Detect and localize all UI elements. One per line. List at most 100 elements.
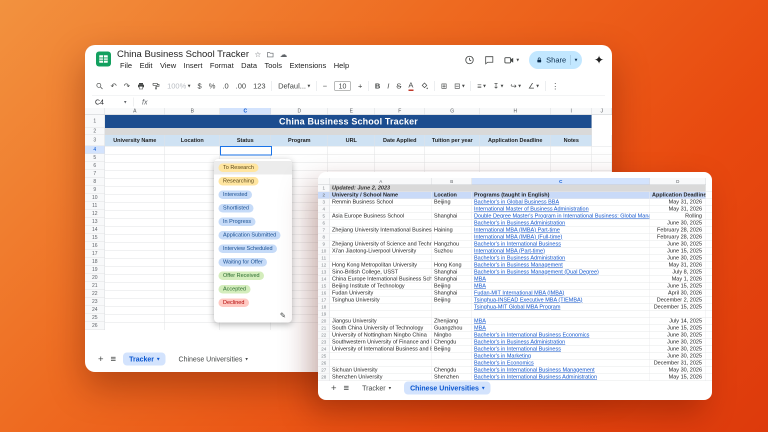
- deadline-cell[interactable]: June 30, 2025: [650, 255, 706, 262]
- dropdown-option-in-progress[interactable]: In Progress: [214, 215, 292, 229]
- university-name-cell[interactable]: [330, 360, 432, 367]
- undo-icon[interactable]: ↶: [107, 82, 120, 90]
- row-number-26[interactable]: 26: [318, 360, 330, 367]
- university-name-cell[interactable]: Beijing Institute of Technology: [330, 283, 432, 290]
- program-link[interactable]: Bachelor's in Economics: [474, 360, 534, 366]
- paint-format-icon[interactable]: [149, 82, 164, 90]
- location-cell[interactable]: [432, 206, 472, 213]
- more-icon[interactable]: ⋮: [548, 82, 563, 90]
- grid-corner[interactable]: [318, 178, 330, 185]
- program-cell[interactable]: Bachelor's in Business Management: [472, 262, 650, 269]
- menu-item-insert[interactable]: Insert: [181, 62, 206, 71]
- row-number-13[interactable]: 13: [318, 269, 330, 276]
- percent-button[interactable]: %: [205, 82, 219, 90]
- program-cell[interactable]: Bachelor's in International Business Adm…: [472, 374, 650, 381]
- dropdown-option-shortlisted[interactable]: Shortlisted: [214, 202, 292, 216]
- font-size-decrease[interactable]: −: [319, 82, 330, 90]
- program-cell[interactable]: Bachelor's in International Business Eco…: [472, 332, 650, 339]
- location-cell[interactable]: Haining: [432, 227, 472, 234]
- university-name-cell[interactable]: Sino-British College, USST: [330, 269, 432, 276]
- dropdown-option-researching[interactable]: Researching: [214, 175, 292, 189]
- university-name-cell[interactable]: [330, 206, 432, 213]
- location-cell[interactable]: Suzhou: [432, 248, 472, 255]
- sheet-tab-chinese-universities[interactable]: Chinese Universities▾: [404, 382, 490, 395]
- row-number-5[interactable]: 5: [85, 154, 105, 162]
- row-number-7[interactable]: 7: [318, 227, 330, 234]
- fill-color-icon[interactable]: [417, 82, 432, 90]
- deadline-cell[interactable]: Rolling: [650, 213, 706, 220]
- header-cell-application-deadline[interactable]: Application Deadline: [480, 135, 551, 146]
- university-name-cell[interactable]: Zhejiang University International Busine…: [330, 227, 432, 234]
- program-cell[interactable]: Bachelor's in Business Administration: [472, 339, 650, 346]
- menu-item-edit[interactable]: Edit: [137, 62, 156, 71]
- row-number-23[interactable]: 23: [85, 298, 105, 306]
- decrease-decimals-button[interactable]: .0: [219, 82, 232, 90]
- university-name-cell[interactable]: [330, 234, 432, 241]
- align-icon[interactable]: ≡▾: [474, 82, 490, 90]
- program-link[interactable]: Bachelor's in Business Management (Dual …: [474, 269, 599, 275]
- sheet-tab-tracker[interactable]: Tracker▾: [123, 353, 165, 366]
- row-number-6[interactable]: 6: [318, 220, 330, 227]
- bold-button[interactable]: B: [371, 82, 383, 90]
- row-number-22[interactable]: 22: [318, 332, 330, 339]
- program-cell[interactable]: MBA: [472, 325, 650, 332]
- row-number-25[interactable]: 25: [318, 353, 330, 360]
- row-number-4[interactable]: 4: [85, 146, 105, 154]
- location-cell[interactable]: Shanghai: [432, 213, 472, 220]
- sheet-tab-chinese-universities[interactable]: Chinese Universities▾: [173, 353, 254, 366]
- university-name-cell[interactable]: Zhejiang University of Science and Techn…: [330, 241, 432, 248]
- row-number-16[interactable]: 16: [85, 242, 105, 250]
- row-number-2[interactable]: 2: [318, 192, 330, 199]
- comment-icon[interactable]: [484, 55, 494, 65]
- university-name-cell[interactable]: Southwestern University of Finance and E…: [330, 339, 432, 346]
- program-link[interactable]: MBA: [474, 318, 486, 324]
- row-number-14[interactable]: 14: [85, 226, 105, 234]
- row-number-18[interactable]: 18: [318, 304, 330, 311]
- location-cell[interactable]: [432, 234, 472, 241]
- program-link[interactable]: Bachelor's in Marketing: [474, 353, 531, 359]
- add-sheet-button[interactable]: +: [98, 354, 104, 364]
- location-cell[interactable]: Hangzhou: [432, 241, 472, 248]
- location-cell[interactable]: Zhenjiang: [432, 318, 472, 325]
- deadline-cell[interactable]: June 30, 2025: [650, 353, 706, 360]
- row-number-24[interactable]: 24: [318, 346, 330, 353]
- location-cell[interactable]: Shanghai: [432, 276, 472, 283]
- row-number-16[interactable]: 16: [318, 290, 330, 297]
- location-cell[interactable]: [432, 220, 472, 227]
- row-number-26[interactable]: 26: [85, 322, 105, 330]
- column-header-A[interactable]: A: [105, 108, 165, 115]
- university-name-cell[interactable]: China Europe International Business Scho…: [330, 276, 432, 283]
- deadline-cell[interactable]: June 15, 2025: [650, 325, 706, 332]
- program-cell[interactable]: International Master of Business Adminis…: [472, 206, 650, 213]
- deadline-cell[interactable]: December 31, 2025: [650, 360, 706, 367]
- zoom-select[interactable]: 100%▾: [164, 82, 194, 90]
- row-number-14[interactable]: 14: [318, 276, 330, 283]
- location-cell[interactable]: Beijing: [432, 199, 472, 206]
- deadline-cell[interactable]: May 30, 2026: [650, 367, 706, 374]
- program-link[interactable]: MBA: [474, 325, 486, 331]
- program-cell[interactable]: Bachelor's in Business Administration: [472, 255, 650, 262]
- row-number-18[interactable]: 18: [85, 258, 105, 266]
- row-number-22[interactable]: 22: [85, 290, 105, 298]
- strikethrough-button[interactable]: S: [393, 82, 405, 90]
- header-cell-status[interactable]: Status: [220, 135, 271, 146]
- vertical-align-icon[interactable]: ↧▾: [489, 82, 507, 90]
- program-link[interactable]: Bachelor's in Business Administration: [474, 255, 565, 261]
- increase-decimals-button[interactable]: .00: [232, 82, 249, 90]
- location-cell[interactable]: [432, 255, 472, 262]
- program-link[interactable]: International Master of Business Adminis…: [474, 206, 589, 212]
- program-cell[interactable]: MBA: [472, 276, 650, 283]
- deadline-cell[interactable]: May 15, 2026: [650, 374, 706, 381]
- sheets-logo-icon[interactable]: [96, 52, 111, 70]
- deadline-cell[interactable]: May 31, 2026: [650, 199, 706, 206]
- university-name-cell[interactable]: Sichuan University: [330, 367, 432, 374]
- row-number-12[interactable]: 12: [318, 262, 330, 269]
- more-formats-button[interactable]: 123: [250, 82, 270, 90]
- dropdown-option-accepted[interactable]: Accepted: [214, 283, 292, 297]
- program-cell[interactable]: Bachelor's in Global Business BBA: [472, 199, 650, 206]
- row-number-10[interactable]: 10: [85, 194, 105, 202]
- sheet-tab-tracker[interactable]: Tracker▾: [356, 382, 397, 395]
- add-sheet-button[interactable]: +: [331, 383, 337, 393]
- row-number-19[interactable]: 19: [318, 311, 330, 318]
- program-link[interactable]: Bachelor's in International Business Man…: [474, 367, 595, 373]
